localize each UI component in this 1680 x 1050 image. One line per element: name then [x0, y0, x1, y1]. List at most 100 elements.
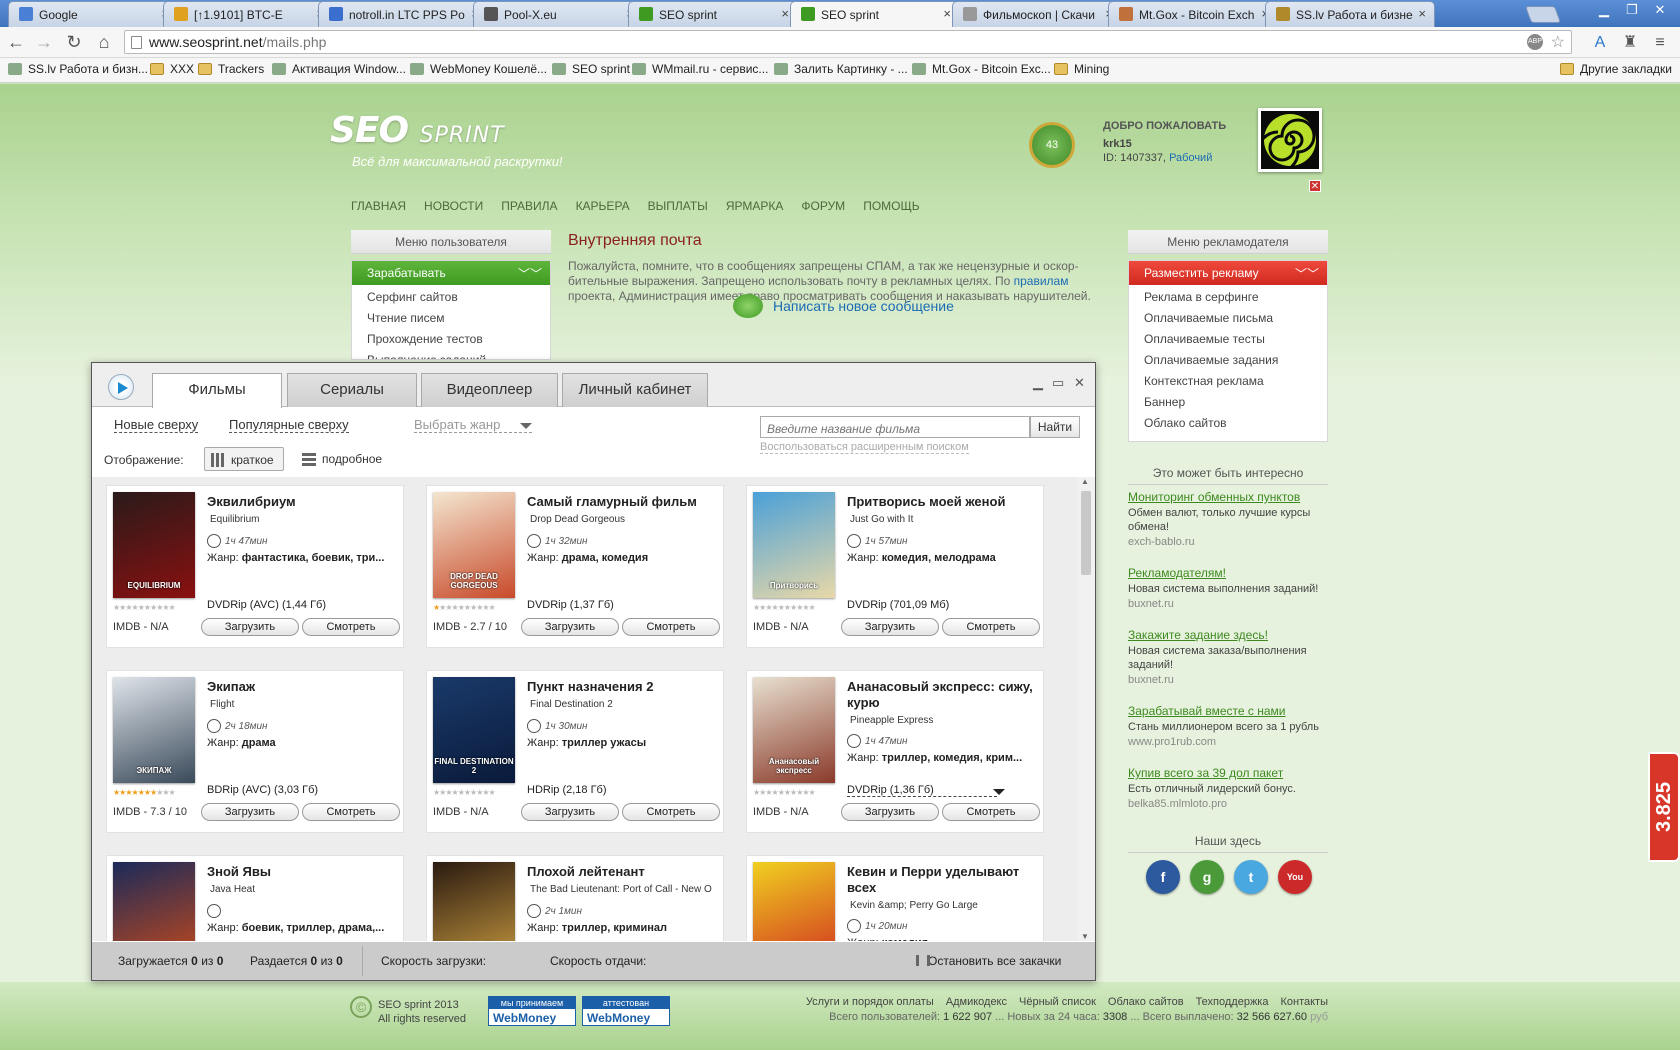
watch-button[interactable]: Смотреть — [622, 618, 720, 636]
watch-button[interactable]: Смотреть — [302, 803, 400, 821]
movie-poster[interactable]: KEVIN & PERRY — [753, 862, 835, 941]
promo-link[interactable]: Закажите задание здесь! — [1128, 628, 1328, 642]
adblock-icon[interactable]: ABP — [1527, 34, 1543, 50]
footer-link[interactable]: Облако сайтов — [1108, 996, 1184, 1008]
bookmark-item[interactable]: Активация Window... — [272, 62, 406, 76]
view-short-button[interactable]: краткое — [204, 447, 284, 471]
promo-link[interactable]: Зарабатывай вместе с нами — [1128, 704, 1328, 718]
load-button[interactable]: Загрузить — [201, 618, 299, 636]
adv-menu-item[interactable]: Облако сайтов — [1129, 411, 1327, 432]
footer-link[interactable]: Услуги и порядок оплаты — [806, 996, 934, 1008]
movie-title[interactable]: Зной Явы — [207, 864, 397, 880]
facebook-icon[interactable]: f — [1146, 860, 1180, 894]
footer-link[interactable]: Адмикодекс — [946, 996, 1007, 1008]
adv-menu-item[interactable]: Оплачиваемые задания — [1129, 348, 1327, 369]
side-counter-widget[interactable]: 3.825 — [1648, 752, 1680, 862]
bookmark-item[interactable]: Залить Картинку - ... — [774, 62, 908, 76]
menu-icon[interactable]: ≡ — [1650, 33, 1670, 53]
close-icon[interactable]: × — [781, 6, 789, 21]
close-window-button[interactable]: ✕ — [1646, 0, 1674, 20]
quality-select[interactable]: DVDRip (1,36 Гб) — [847, 784, 1005, 797]
nav-item[interactable]: ВЫПЛАТЫ — [648, 199, 708, 213]
load-button[interactable]: Загрузить — [841, 618, 939, 636]
adv-menu-item[interactable]: Реклама в серфинге — [1129, 285, 1327, 306]
minimize-window-button[interactable]: ▁ — [1590, 0, 1618, 20]
load-button[interactable]: Загрузить — [201, 803, 299, 821]
browser-tab[interactable]: Фильмоскоп | Скачи× — [952, 1, 1122, 27]
movie-title[interactable]: Плохой лейтенант — [527, 864, 717, 880]
webmoney-accept-badge[interactable]: мы принимаем WebMoney — [488, 996, 576, 1026]
movie-poster[interactable]: ЗНОЙ ЯВЫ — [113, 862, 195, 941]
view-detailed-button[interactable]: подробное — [296, 447, 382, 471]
bookmark-item[interactable]: XXX — [150, 62, 194, 76]
user-status-link[interactable]: Рабочий — [1169, 152, 1212, 164]
watch-button[interactable]: Смотреть — [942, 618, 1040, 636]
sort-popular-link[interactable]: Популярные сверху — [229, 417, 349, 433]
stop-all-button[interactable]: Остановить все закачки — [916, 954, 1061, 968]
scrollbar[interactable]: ▲ ▼ — [1077, 477, 1095, 941]
user-menu-item[interactable]: Выполнение заданий — [352, 348, 550, 359]
browser-tab[interactable]: Mt.Gox - Bitcoin Exch× — [1108, 1, 1278, 27]
movie-title[interactable]: Экипаж — [207, 679, 397, 695]
movie-title[interactable]: Кевин и Перри уделывают всех — [847, 864, 1037, 896]
address-bar[interactable]: www.seosprint.net/mails.php ABP ☆ — [124, 30, 1572, 54]
promo-url[interactable]: buxnet.ru — [1128, 598, 1328, 610]
adv-menu-item[interactable]: Оплачиваемые письма — [1129, 306, 1327, 327]
app-minimize-icon[interactable]: ▁ — [1033, 375, 1043, 391]
bookmark-item[interactable]: WebMoney Кошелё... — [410, 62, 547, 76]
load-button[interactable]: Загрузить — [521, 803, 619, 821]
footer-link[interactable]: Техподдержка — [1196, 996, 1269, 1008]
user-menu-active[interactable]: Зарабатывать ﹀﹀ — [352, 261, 550, 285]
movie-poster[interactable]: DROP DEAD GORGEOUS — [433, 492, 515, 598]
user-menu-item[interactable]: Серфинг сайтов — [352, 285, 550, 306]
app-close-icon[interactable]: ✕ — [1074, 375, 1085, 391]
google-icon[interactable]: g — [1190, 860, 1224, 894]
movie-poster[interactable]: EQUILIBRIUM — [113, 492, 195, 598]
tab-series[interactable]: Сериалы — [287, 373, 417, 407]
nav-item[interactable]: ПОМОЩЬ — [863, 199, 919, 213]
close-icon[interactable]: × — [1418, 6, 1426, 21]
promo-link[interactable]: Мониторинг обменных пунктов — [1128, 490, 1328, 504]
user-menu-item[interactable]: Прохождение тестов — [352, 327, 550, 348]
watch-button[interactable]: Смотреть — [942, 803, 1040, 821]
footer-link[interactable]: Чёрный список — [1019, 996, 1096, 1008]
bookmark-item[interactable]: WMmail.ru - сервис... — [632, 62, 768, 76]
genre-select[interactable]: Выбрать жанр — [414, 417, 532, 433]
bookmark-item[interactable]: Mt.Gox - Bitcoin Exc... — [912, 62, 1051, 76]
translate-icon[interactable]: A — [1590, 33, 1610, 53]
promo-url[interactable]: belka85.mlmloto.pro — [1128, 798, 1328, 810]
promo-link[interactable]: Купив всего за 39 дол пакет — [1128, 766, 1328, 780]
adv-menu-item[interactable]: Баннер — [1129, 390, 1327, 411]
movie-poster[interactable]: Притворись — [753, 492, 835, 598]
nav-item[interactable]: КАРЬЕРА — [576, 199, 630, 213]
tab-films[interactable]: Фильмы — [152, 373, 282, 408]
rules-link[interactable]: правилам — [1014, 274, 1069, 288]
close-icon[interactable]: × — [943, 6, 951, 21]
maximize-window-button[interactable]: ❐ — [1618, 0, 1646, 20]
watch-button[interactable]: Смотреть — [622, 803, 720, 821]
nav-item[interactable]: ГЛАВНАЯ — [351, 199, 406, 213]
bookmark-item[interactable]: Mining — [1054, 62, 1109, 76]
movie-poster[interactable]: ЭКИПАЖ — [113, 677, 195, 783]
youtube-icon[interactable]: You — [1278, 860, 1312, 894]
nav-item[interactable]: ЯРМАРКА — [726, 199, 784, 213]
browser-tab[interactable]: SS.lv Работа и бизне × — [1265, 1, 1435, 27]
promo-link[interactable]: Рекламодателям! — [1128, 566, 1328, 580]
close-icon[interactable]: ✕ — [1309, 180, 1321, 192]
footer-link[interactable]: Контакты — [1280, 996, 1328, 1008]
home-icon[interactable]: ⌂ — [92, 31, 116, 55]
browser-tab[interactable]: SEO sprint × — [790, 1, 960, 28]
user-menu-item[interactable]: Чтение писем — [352, 306, 550, 327]
nav-item[interactable]: ФОРУМ — [801, 199, 845, 213]
movie-poster[interactable]: FINAL DESTINATION 2 — [433, 677, 515, 783]
movie-title[interactable]: Эквилибриум — [207, 494, 397, 510]
username[interactable]: krk15 — [1103, 138, 1226, 150]
promo-url[interactable]: exch-bablo.ru — [1128, 536, 1328, 548]
nav-item[interactable]: ПРАВИЛА — [501, 199, 557, 213]
adv-menu-active[interactable]: Разместить рекламу ﹀﹀ — [1129, 261, 1327, 285]
bookmark-item[interactable]: SS.lv Работа и бизн... — [8, 62, 148, 76]
load-button[interactable]: Загрузить — [841, 803, 939, 821]
movie-poster[interactable]: Ананасовый экспресс — [753, 677, 835, 783]
nav-item[interactable]: НОВОСТИ — [424, 199, 483, 213]
browser-tab[interactable]: notroll.in LTC PPS Po× — [318, 1, 488, 27]
